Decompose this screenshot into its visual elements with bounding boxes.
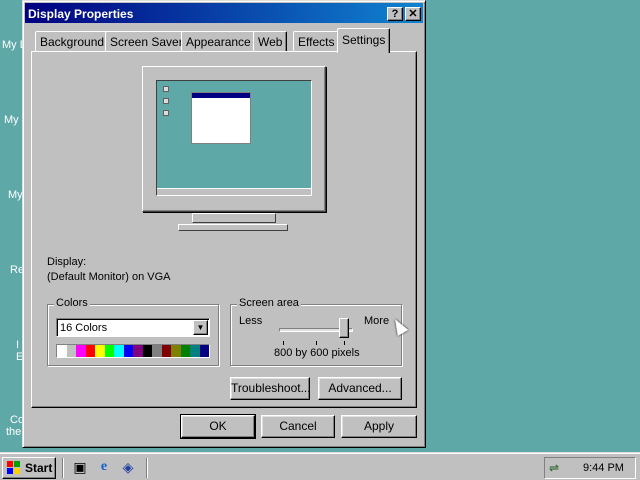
tab-effects[interactable]: Effects — [293, 31, 340, 52]
palette-swatch — [104, 345, 114, 357]
mini-desktop-icon — [163, 86, 169, 92]
system-tray: ⇌ 9:44 PM — [544, 457, 636, 479]
screen-area-slider-thumb[interactable] — [339, 318, 349, 338]
monitor-base — [178, 224, 288, 231]
dialog-titlebar[interactable]: Display Properties ? ✕ — [25, 3, 423, 23]
channels-icon[interactable]: ◈ — [120, 459, 136, 475]
tab-appearance[interactable]: Appearance — [181, 31, 256, 52]
clock[interactable]: 9:44 PM — [583, 462, 624, 474]
color-palette-preview — [56, 344, 210, 358]
help-button[interactable]: ? — [387, 7, 403, 21]
slider-tick — [316, 341, 317, 345]
taskbar-separator — [146, 458, 148, 478]
palette-swatch — [114, 345, 124, 357]
mini-desktop-icon — [163, 98, 169, 104]
start-button[interactable]: Start — [2, 457, 56, 479]
palette-swatch — [76, 345, 86, 357]
palette-swatch — [190, 345, 200, 357]
desktop-label-my-network[interactable]: My — [8, 189, 23, 201]
palette-swatch — [57, 345, 67, 357]
ok-button[interactable]: OK — [180, 414, 256, 439]
mini-taskbar — [157, 188, 311, 195]
start-label: Start — [25, 461, 53, 475]
chevron-down-icon[interactable]: ▼ — [193, 320, 208, 335]
display-properties-dialog: Display Properties ? ✕ Background Screen… — [22, 0, 426, 448]
colors-selected-value: 16 Colors — [60, 322, 108, 334]
palette-swatch — [180, 345, 190, 357]
slider-more-label: More — [364, 315, 390, 327]
mini-desktop-icon — [163, 110, 169, 116]
tab-settings[interactable]: Settings — [337, 28, 391, 53]
display-value: (Default Monitor) on VGA — [47, 271, 171, 283]
palette-swatch — [123, 345, 133, 357]
colors-legend: Colors — [54, 297, 90, 309]
cancel-button[interactable]: Cancel — [261, 415, 335, 438]
colors-group: Colors 16 Colors ▼ — [47, 297, 219, 366]
ie-icon[interactable]: e — [96, 459, 112, 475]
taskbar: Start ▣ e ◈ ⇌ 9:44 PM — [0, 452, 640, 480]
palette-swatch — [171, 345, 181, 357]
mini-window — [191, 92, 251, 144]
palette-swatch — [152, 345, 162, 357]
tab-background[interactable]: Background — [35, 31, 110, 52]
troubleshoot-button[interactable]: Troubleshoot... — [230, 377, 311, 400]
desktop-label-the-internet[interactable]: the — [6, 426, 21, 438]
dialog-title: Display Properties — [28, 7, 134, 21]
palette-swatch — [133, 345, 143, 357]
resolution-label: 800 by 600 pixels — [274, 347, 360, 359]
monitor-screen — [156, 80, 312, 196]
slider-less-label: Less — [239, 315, 263, 327]
display-label: Display: — [47, 256, 87, 268]
taskbar-separator — [62, 458, 64, 478]
palette-swatch — [142, 345, 152, 357]
apply-button[interactable]: Apply — [341, 415, 417, 438]
palette-swatch — [161, 345, 171, 357]
screen-area-group: Screen area Less More 800 by 600 pixels — [230, 297, 402, 366]
slider-tick — [344, 341, 345, 345]
monitor-preview — [142, 66, 326, 212]
tab-screen-saver[interactable]: Screen Saver — [105, 31, 188, 52]
palette-swatch — [85, 345, 95, 357]
close-button[interactable]: ✕ — [405, 7, 421, 21]
tab-web[interactable]: Web — [253, 31, 288, 52]
screen-area-legend: Screen area — [237, 297, 301, 309]
palette-swatch — [95, 345, 105, 357]
palette-swatch — [199, 345, 209, 357]
monitor-stand — [192, 213, 276, 223]
colors-select[interactable]: 16 Colors ▼ — [56, 318, 210, 337]
desktop-label-my-computer[interactable]: My — [4, 114, 19, 126]
slider-tick — [283, 341, 284, 345]
settings-panel: Display: (Default Monitor) on VGA Colors… — [31, 51, 417, 408]
display-settings-tray-icon[interactable]: ⇌ — [549, 461, 559, 475]
show-desktop-icon[interactable]: ▣ — [72, 459, 88, 475]
advanced-button[interactable]: Advanced... — [318, 377, 402, 400]
desktop-label-internet[interactable]: I — [16, 339, 19, 351]
windows-logo-icon — [7, 461, 21, 475]
palette-swatch — [66, 345, 76, 357]
